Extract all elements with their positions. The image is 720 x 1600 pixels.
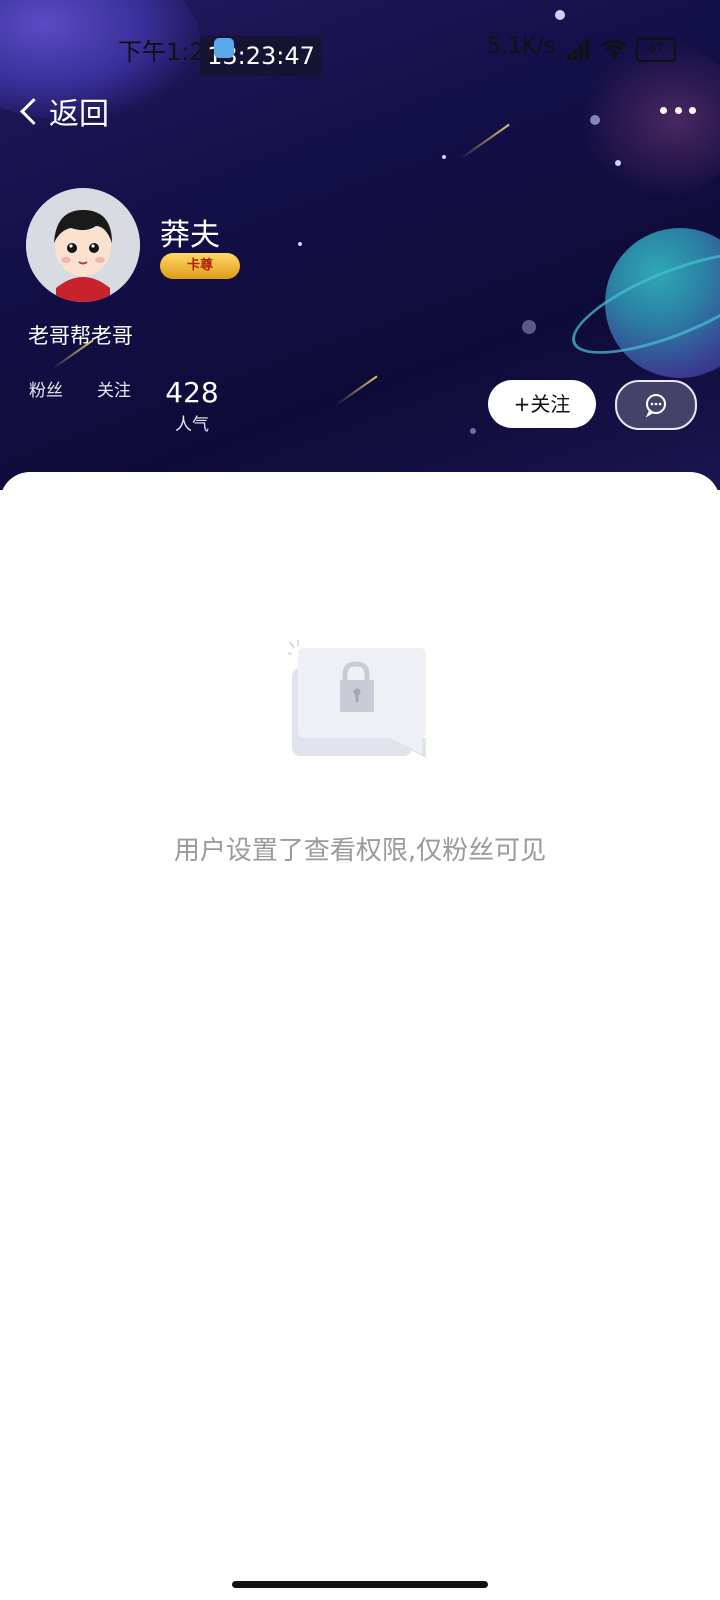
status-bar: 下午1:23 13:23:47 5.1K/s 67 bbox=[0, 0, 720, 96]
stat-popularity: 428 人气 bbox=[162, 376, 222, 435]
permission-message: 用户设置了查看权限,仅粉丝可见 bbox=[173, 836, 547, 866]
wifi-icon bbox=[601, 39, 627, 60]
stat-label: 关注 bbox=[97, 381, 131, 401]
chat-bubble-icon bbox=[645, 394, 666, 418]
avatar[interactable] bbox=[26, 188, 140, 302]
battery-indicator: 67 bbox=[636, 38, 676, 62]
star-decor bbox=[522, 320, 536, 334]
username: 莽夫 bbox=[160, 218, 220, 253]
stat-label: 人气 bbox=[175, 415, 209, 435]
star-decor bbox=[470, 428, 476, 434]
meteor-decor bbox=[335, 375, 378, 406]
stat-fans[interactable]: 粉丝 bbox=[26, 376, 66, 401]
chevron-left-icon bbox=[20, 97, 47, 125]
stat-value: 428 bbox=[165, 376, 219, 409]
message-button[interactable] bbox=[615, 380, 697, 430]
back-label: 返回 bbox=[49, 97, 109, 132]
star-decor bbox=[615, 160, 621, 166]
lock-icon bbox=[288, 640, 426, 758]
star-decor bbox=[442, 155, 446, 159]
avatar-image bbox=[26, 188, 140, 302]
network-speed: 5.1K/s bbox=[487, 34, 556, 59]
signal-icon bbox=[567, 39, 589, 60]
stat-following[interactable]: 关注 bbox=[94, 376, 134, 401]
star-decor bbox=[590, 115, 600, 125]
stat-label: 粉丝 bbox=[29, 381, 63, 401]
vip-badge: 卡尊 bbox=[160, 253, 240, 279]
more-dots-icon[interactable] bbox=[660, 100, 696, 120]
user-bio: 老哥帮老哥 bbox=[28, 324, 133, 348]
home-indicator[interactable] bbox=[232, 1581, 488, 1588]
star-decor bbox=[298, 242, 302, 246]
follow-button[interactable]: +关注 bbox=[488, 380, 596, 428]
meteor-decor bbox=[459, 123, 510, 160]
back-button[interactable]: 返回 bbox=[18, 88, 109, 134]
app-notification-icon bbox=[214, 38, 234, 58]
